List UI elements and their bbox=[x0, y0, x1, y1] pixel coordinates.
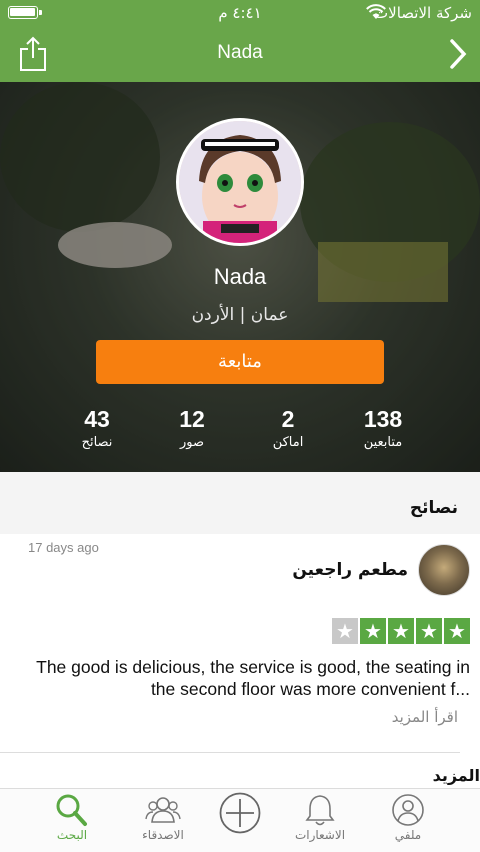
tab-profile-label: ملفي bbox=[394, 828, 422, 842]
tips-section-title: نصائح bbox=[409, 498, 458, 518]
star-filled-icon: ★ bbox=[416, 618, 442, 644]
chevron-right-icon[interactable] bbox=[448, 38, 468, 70]
stat-places-label: اماكن bbox=[272, 435, 304, 450]
follow-button[interactable]: متابعة bbox=[96, 340, 384, 384]
tab-bar: البحث الاصدقاء الاشعارات ملفي bbox=[0, 788, 480, 852]
star-filled-icon: ★ bbox=[444, 618, 470, 644]
friends-icon bbox=[145, 797, 181, 823]
nav-bar: Nada bbox=[0, 26, 480, 82]
venue-thumbnail[interactable] bbox=[418, 544, 470, 596]
read-more-link[interactable]: اقرأ المزيد bbox=[392, 708, 458, 726]
stat-followers-value: 138 bbox=[363, 406, 403, 432]
tab-notifications[interactable]: الاشعارات bbox=[275, 793, 365, 842]
venue-name[interactable]: مطعم راجعين bbox=[292, 560, 408, 580]
stat-tips-label: نصائح bbox=[81, 435, 113, 450]
status-bar: ٤:٤١ م شركة الاتصالات bbox=[0, 0, 480, 26]
divider bbox=[0, 752, 460, 753]
tab-notifications-label: الاشعارات bbox=[294, 828, 346, 842]
add-icon bbox=[219, 792, 261, 834]
stat-places[interactable]: 2 اماكن bbox=[243, 406, 333, 450]
tip-card[interactable]: 17 days ago مطعم راجعين ★ ★ ★ ★ ★ The good i… bbox=[0, 534, 480, 752]
search-icon bbox=[56, 794, 87, 826]
profile-name: Nada bbox=[213, 264, 267, 289]
star-filled-icon: ★ bbox=[360, 618, 386, 644]
stat-photos-label: صور bbox=[179, 435, 205, 450]
profile-header: Nada عمان | الأردن متابعة 43 نصائح 12 صو… bbox=[0, 82, 480, 472]
stat-followers-label: متابعين bbox=[363, 435, 403, 450]
profile-icon bbox=[392, 794, 424, 826]
star-filled-icon: ★ bbox=[388, 618, 414, 644]
bell-icon bbox=[305, 795, 335, 826]
avatar[interactable] bbox=[176, 118, 304, 246]
stat-photos-value: 12 bbox=[179, 406, 205, 432]
stat-followers[interactable]: 138 متابعين bbox=[338, 406, 428, 450]
tip-text: The good is delicious, the service is go… bbox=[36, 657, 470, 699]
stat-places-value: 2 bbox=[281, 406, 295, 432]
nav-title: Nada bbox=[217, 42, 263, 63]
profile-location: عمان | الأردن bbox=[191, 305, 289, 325]
stat-tips-value: 43 bbox=[84, 406, 110, 432]
tab-search-label: البحث bbox=[56, 828, 88, 842]
star-empty-icon: ★ bbox=[332, 618, 358, 644]
stat-photos[interactable]: 12 صور bbox=[147, 406, 237, 450]
tip-date: 17 days ago bbox=[28, 540, 99, 555]
stat-tips[interactable]: 43 نصائح bbox=[52, 406, 142, 450]
tab-add[interactable] bbox=[195, 791, 285, 835]
star-rating: ★ ★ ★ ★ ★ bbox=[332, 618, 470, 644]
tab-search[interactable]: البحث bbox=[27, 793, 117, 842]
tab-profile[interactable]: ملفي bbox=[363, 793, 453, 842]
tips-section-header: نصائح bbox=[0, 472, 480, 534]
more-label[interactable]: المزيد bbox=[433, 766, 480, 785]
carrier-name: شركة الاتصالات bbox=[374, 4, 472, 22]
